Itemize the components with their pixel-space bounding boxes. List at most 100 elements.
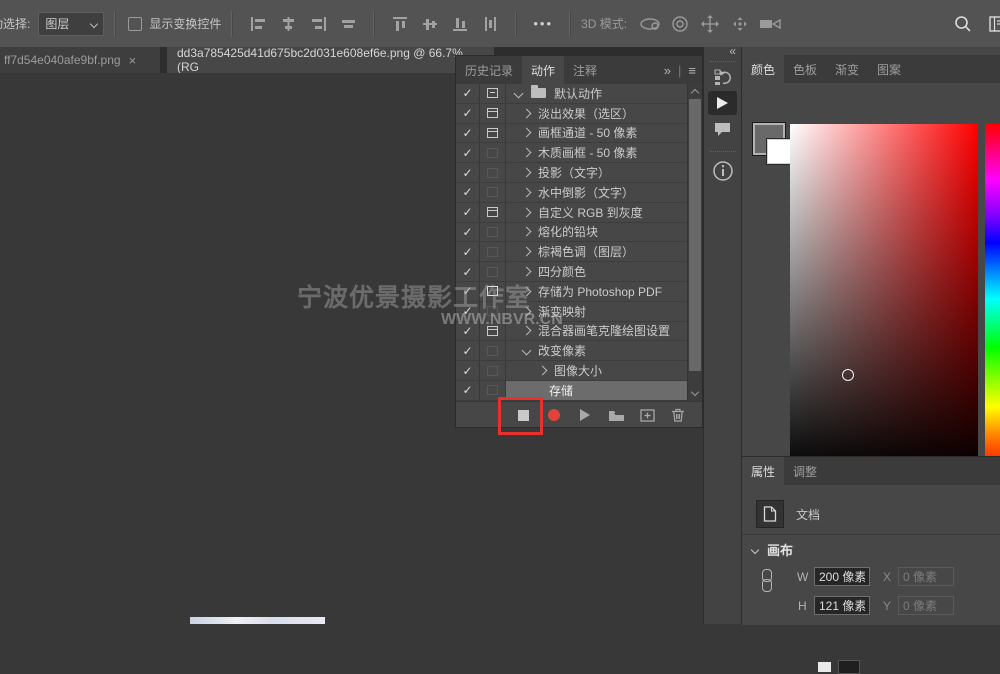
action-row-main[interactable]: 四分颜色 xyxy=(506,262,688,281)
auto-select-target-dropdown[interactable]: 图层 xyxy=(38,12,104,36)
action-row[interactable]: ✓熔化的铅块 xyxy=(456,223,702,243)
action-dialog-cell[interactable] xyxy=(480,302,506,321)
action-toggle-cell[interactable]: ✓ xyxy=(456,163,480,182)
canvas-section-header[interactable]: 画布 xyxy=(752,540,793,559)
record-button[interactable] xyxy=(543,405,565,425)
action-dialog-cell[interactable] xyxy=(480,183,506,202)
background-color-swatch[interactable] xyxy=(767,139,792,164)
action-row[interactable]: ✓ 水中倒影（文字） xyxy=(456,183,702,203)
document-tab-active[interactable]: dd3a785425d41d675bc2d031e608ef6e.png @ 6… xyxy=(167,47,494,73)
action-dialog-cell[interactable] xyxy=(480,262,506,281)
action-toggle-cell[interactable]: ✓ xyxy=(456,282,480,301)
action-dialog-cell[interactable] xyxy=(480,203,506,222)
more-options-icon[interactable]: ••• xyxy=(533,16,553,31)
action-row[interactable]: ✓图像大小 xyxy=(456,361,702,381)
action-dialog-cell[interactable] xyxy=(480,124,506,143)
action-toggle-cell[interactable]: ✓ xyxy=(456,143,480,162)
action-row-main[interactable]: 画框通道 - 50 像素 xyxy=(506,124,688,143)
3d-camera-icon[interactable] xyxy=(757,11,783,37)
play-button[interactable] xyxy=(574,405,596,425)
workspace-switcher-icon[interactable] xyxy=(984,11,1000,37)
chevron-right-icon[interactable] xyxy=(522,306,532,316)
action-row[interactable]: ✓默认动作 xyxy=(456,84,702,104)
tab-color[interactable]: 颜色 xyxy=(742,55,784,83)
chevron-down-icon[interactable] xyxy=(514,88,524,98)
tab-gradients[interactable]: 渐变 xyxy=(826,55,868,83)
distribute-vertical-centers-button[interactable] xyxy=(477,11,503,37)
action-dialog-cell[interactable] xyxy=(480,322,506,341)
chevron-right-icon[interactable] xyxy=(522,247,532,257)
collapse-panels-icon[interactable]: « xyxy=(729,44,736,58)
tab-swatches[interactable]: 色板 xyxy=(784,55,826,83)
scroll-down-icon[interactable] xyxy=(691,388,699,396)
chevron-right-icon[interactable] xyxy=(522,148,532,158)
action-toggle-cell[interactable]: ✓ xyxy=(456,322,480,341)
action-row[interactable]: ✓ 棕褐色调（图层） xyxy=(456,242,702,262)
action-row[interactable]: ✓ 四分颜色 xyxy=(456,262,702,282)
align-horizontal-centers-button[interactable] xyxy=(275,11,301,37)
scrollbar[interactable] xyxy=(687,84,702,401)
panel-overflow-icon[interactable]: » xyxy=(664,63,671,78)
notes-panel-icon[interactable] xyxy=(704,122,741,137)
action-row-main[interactable]: 存储为 Photoshop PDF xyxy=(506,282,688,301)
action-row-main[interactable]: 渐变映射 xyxy=(506,302,688,321)
action-dialog-cell[interactable] xyxy=(480,84,506,103)
tab-history[interactable]: 历史记录 xyxy=(456,56,522,84)
chevron-right-icon[interactable] xyxy=(522,326,532,336)
align-vertical-centers-button[interactable] xyxy=(417,11,443,37)
action-toggle-cell[interactable]: ✓ xyxy=(456,223,480,242)
align-right-edges-button[interactable] xyxy=(305,11,331,37)
action-dialog-cell[interactable] xyxy=(480,143,506,162)
tab-patterns[interactable]: 图案 xyxy=(868,55,910,83)
action-toggle-cell[interactable]: ✓ xyxy=(456,203,480,222)
action-row[interactable]: ✓木质画框 - 50 像素 xyxy=(456,143,702,163)
action-row[interactable]: ✓自定义 RGB 到灰度 xyxy=(456,203,702,223)
3d-slide-icon[interactable] xyxy=(727,11,753,37)
action-toggle-cell[interactable]: ✓ xyxy=(456,361,480,380)
action-row-main[interactable]: 棕褐色调（图层） xyxy=(506,242,688,261)
action-row[interactable]: ✓ 渐变映射 xyxy=(456,302,702,322)
chevron-down-icon[interactable] xyxy=(522,346,532,356)
3d-roll-icon[interactable] xyxy=(667,11,693,37)
chevron-right-icon[interactable] xyxy=(522,267,532,277)
distribute-horizontal-centers-button[interactable] xyxy=(335,11,361,37)
delete-button[interactable] xyxy=(667,405,689,425)
saturation-brightness-field[interactable] xyxy=(790,124,978,473)
action-dialog-cell[interactable] xyxy=(480,242,506,261)
action-row-main[interactable]: 淡出效果（选区） xyxy=(506,104,688,123)
action-row[interactable]: ✓存储 xyxy=(456,381,702,401)
align-left-edges-button[interactable] xyxy=(245,11,271,37)
link-dimensions-icon[interactable] xyxy=(762,569,772,592)
width-input[interactable] xyxy=(814,567,870,586)
chevron-right-icon[interactable] xyxy=(522,168,532,178)
action-toggle-cell[interactable]: ✓ xyxy=(456,183,480,202)
x-input[interactable] xyxy=(898,567,954,586)
dock-drag-handle[interactable] xyxy=(710,61,736,62)
show-transform-checkbox[interactable] xyxy=(128,17,142,31)
chevron-right-icon[interactable] xyxy=(538,366,548,376)
action-row-main[interactable]: 投影（文字） xyxy=(506,163,688,182)
action-dialog-cell[interactable] xyxy=(480,361,506,380)
chevron-right-icon[interactable] xyxy=(522,187,532,197)
action-row-main[interactable]: 改变像素 xyxy=(506,341,688,360)
action-toggle-cell[interactable]: ✓ xyxy=(456,104,480,123)
action-dialog-cell[interactable] xyxy=(480,223,506,242)
action-toggle-cell[interactable]: ✓ xyxy=(456,302,480,321)
action-row[interactable]: ✓ 存储为 Photoshop PDF xyxy=(456,282,702,302)
action-toggle-cell[interactable]: ✓ xyxy=(456,242,480,261)
action-row-main[interactable]: 混合器画笔克隆绘图设置 xyxy=(506,322,688,341)
action-toggle-cell[interactable]: ✓ xyxy=(456,124,480,143)
action-dialog-cell[interactable] xyxy=(480,104,506,123)
action-dialog-cell[interactable] xyxy=(480,163,506,182)
action-row[interactable]: ✓ 淡出效果（选区） xyxy=(456,104,702,124)
y-input[interactable] xyxy=(898,596,954,615)
chevron-right-icon[interactable] xyxy=(522,286,532,296)
scroll-up-icon[interactable] xyxy=(691,89,699,97)
tab-notes[interactable]: 注释 xyxy=(564,56,606,84)
action-row[interactable]: ✓ 投影（文字） xyxy=(456,163,702,183)
action-dialog-cell[interactable] xyxy=(480,282,506,301)
height-input[interactable] xyxy=(814,596,870,615)
action-row[interactable]: ✓ 画框通道 - 50 像素 xyxy=(456,124,702,144)
action-row-main[interactable]: 水中倒影（文字） xyxy=(506,183,688,202)
action-toggle-cell[interactable]: ✓ xyxy=(456,262,480,281)
